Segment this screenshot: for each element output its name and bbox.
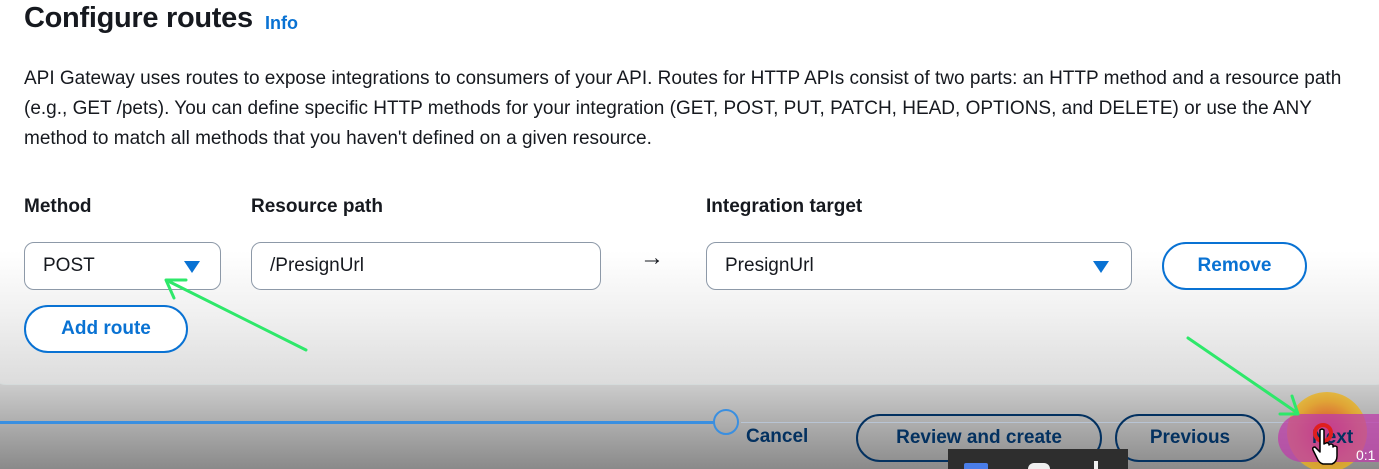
video-timestamp: 0:1 bbox=[1356, 447, 1376, 463]
video-progress-knob[interactable] bbox=[713, 409, 739, 435]
method-select[interactable]: POST bbox=[24, 242, 221, 290]
configure-routes-panel bbox=[0, 0, 1379, 385]
method-label: Method bbox=[24, 196, 92, 217]
caret-down-icon bbox=[184, 261, 200, 273]
add-route-button[interactable]: Add route bbox=[24, 305, 188, 353]
remove-button[interactable]: Remove bbox=[1162, 242, 1307, 290]
video-controls bbox=[948, 449, 1128, 469]
pause-icon[interactable] bbox=[1094, 461, 1098, 469]
integration-target-select[interactable]: PresignUrl bbox=[706, 242, 1132, 290]
right-arrow-icon: → bbox=[640, 244, 664, 271]
page-title: Configure routes bbox=[24, 2, 253, 34]
resource-path-input[interactable]: /PresignUrl bbox=[251, 242, 601, 290]
volume-icon[interactable] bbox=[1028, 463, 1050, 469]
video-progress-played[interactable] bbox=[0, 421, 714, 424]
hand-pointer-icon bbox=[1312, 428, 1338, 465]
info-link[interactable]: Info bbox=[265, 13, 298, 34]
integration-target-value: PresignUrl bbox=[725, 255, 814, 276]
video-control-icon[interactable] bbox=[964, 463, 988, 469]
integration-target-label: Integration target bbox=[706, 196, 863, 217]
method-select-value: POST bbox=[43, 255, 95, 276]
previous-button[interactable]: Previous bbox=[1115, 414, 1265, 462]
resource-path-value: /PresignUrl bbox=[270, 255, 364, 276]
cancel-button[interactable]: Cancel bbox=[746, 426, 808, 448]
caret-down-icon bbox=[1093, 261, 1109, 273]
resource-path-label: Resource path bbox=[251, 196, 383, 217]
description-text: API Gateway uses routes to expose integr… bbox=[24, 68, 1342, 149]
